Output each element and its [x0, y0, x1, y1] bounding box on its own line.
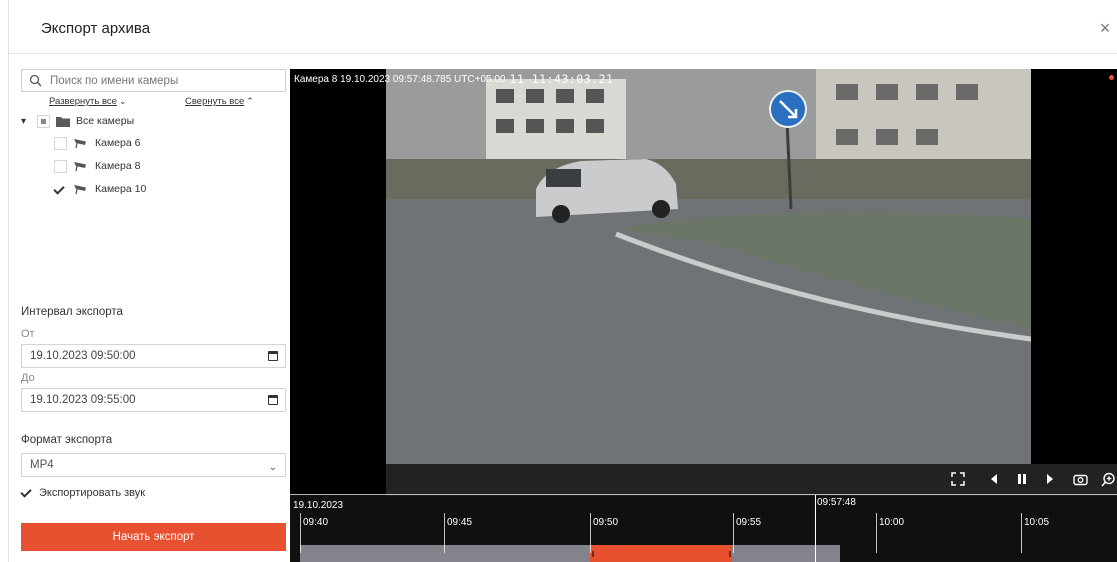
tree-item-camera-8[interactable]: Камера 8 — [54, 157, 140, 175]
camera-icon — [74, 162, 86, 172]
folder-icon — [56, 116, 70, 127]
timeline-tick-label: 09:45 — [447, 517, 473, 528]
zoom-in-icon[interactable] — [1097, 468, 1117, 490]
osd-timestamp: 11 11:43:03.21 — [509, 72, 614, 86]
audio-label: Экспортировать звук — [39, 486, 146, 499]
camera-checkbox[interactable] — [54, 159, 67, 173]
timeline-tick-label: 09:55 — [736, 517, 762, 528]
camera-search[interactable] — [21, 69, 286, 92]
timeline-export-selection[interactable] — [590, 545, 732, 562]
timeline-tick — [733, 513, 734, 553]
export-audio-option[interactable]: Экспортировать звук — [21, 486, 145, 499]
play-icon[interactable] — [1039, 468, 1061, 490]
root-checkbox[interactable] — [37, 114, 50, 128]
timeline-tick-label: 09:40 — [303, 517, 329, 528]
from-label: От — [21, 328, 35, 340]
step-back-icon[interactable] — [983, 468, 1005, 490]
camera-icon — [74, 139, 86, 149]
to-date-value: 19.10.2023 09:55:00 — [30, 394, 136, 406]
dialog-header: Экспорт архива × — [9, 0, 1117, 54]
chevron-down-icon: ⌄ — [268, 462, 277, 473]
osd-caption: Камера 8 19.10.2023 09:57:48.785 UTC+05:… — [294, 73, 506, 85]
camera-checkbox[interactable] — [54, 136, 67, 150]
collapse-all-label: Свернуть все — [185, 96, 245, 107]
format-label: Формат экспорта — [21, 434, 113, 446]
chevron-up-icon: ⌃ — [246, 96, 254, 106]
collapse-all-link[interactable]: Свернуть все ⌃ — [185, 96, 254, 107]
selection-start-handle[interactable] — [592, 551, 594, 557]
calendar-icon[interactable] — [268, 395, 278, 405]
camera-label: Камера 8 — [95, 160, 141, 172]
format-value: MP4 — [30, 459, 54, 471]
search-input[interactable] — [50, 72, 280, 90]
camera-label: Камера 6 — [95, 137, 141, 149]
close-icon[interactable]: × — [1096, 18, 1114, 39]
dialog-title: Экспорт архива — [41, 20, 151, 37]
tree-item-camera-10[interactable]: Камера 10 — [54, 180, 146, 198]
to-label: До — [21, 372, 35, 384]
expand-all-label: Развернуть все — [49, 96, 117, 107]
timeline-archive-track[interactable] — [300, 545, 840, 562]
format-select[interactable]: MP4 ⌄ — [21, 453, 286, 477]
timeline-tick — [300, 513, 301, 553]
pause-icon[interactable] — [1011, 468, 1033, 490]
timeline-cursor-time: 09:57:48 — [817, 497, 856, 508]
timeline-tick — [444, 513, 445, 553]
timeline-tick-label: 09:50 — [593, 517, 619, 528]
from-date-value: 19.10.2023 09:50:00 — [30, 350, 136, 362]
tree-links: Развернуть все ⌄ Свернуть все ⌃ — [49, 96, 259, 110]
start-export-button[interactable]: Начать экспорт — [21, 523, 286, 551]
interval-label: Интервал экспорта — [21, 306, 123, 318]
timeline-date: 19.10.2023 — [293, 500, 344, 511]
timeline-cursor[interactable] — [815, 495, 816, 562]
timeline-tick — [590, 513, 591, 553]
chevron-down-icon[interactable]: ▾ — [21, 116, 33, 127]
selection-end-handle[interactable] — [729, 551, 731, 557]
timeline-tick — [1021, 513, 1022, 553]
tree-item-camera-6[interactable]: Камера 6 — [54, 134, 140, 152]
calendar-icon[interactable] — [268, 351, 278, 361]
from-date-field[interactable]: 19.10.2023 09:50:00 — [21, 344, 286, 368]
tree-root[interactable]: ▾ Все камеры — [21, 112, 134, 130]
camera-icon — [74, 185, 86, 195]
player-controls — [386, 464, 1117, 496]
to-date-field[interactable]: 19.10.2023 09:55:00 — [21, 388, 286, 412]
snapshot-icon[interactable] — [1069, 468, 1091, 490]
recording-indicator — [1109, 75, 1114, 80]
timeline[interactable]: 19.10.2023 09:40 09:45 09:50 09:55 10:00… — [290, 494, 1117, 562]
chevron-down-icon: ⌄ — [118, 96, 127, 106]
camera-checkbox[interactable] — [54, 182, 67, 196]
timeline-tick — [876, 513, 877, 553]
video-osd: Камера 8 19.10.2023 09:57:48.785 UTC+05:… — [294, 72, 613, 86]
timeline-tick-label: 10:00 — [879, 517, 905, 528]
tree-root-label: Все камеры — [76, 115, 135, 127]
expand-all-link[interactable]: Развернуть все ⌄ — [49, 96, 127, 107]
video-player[interactable]: Камера 8 19.10.2023 09:57:48.785 UTC+05:… — [290, 69, 1117, 562]
fullscreen-icon[interactable] — [947, 468, 969, 490]
search-icon — [29, 74, 42, 87]
camera-frame — [386, 69, 1031, 464]
camera-label: Камера 10 — [95, 183, 147, 195]
timeline-tick-label: 10:05 — [1024, 517, 1050, 528]
audio-checkbox[interactable] — [21, 486, 34, 499]
